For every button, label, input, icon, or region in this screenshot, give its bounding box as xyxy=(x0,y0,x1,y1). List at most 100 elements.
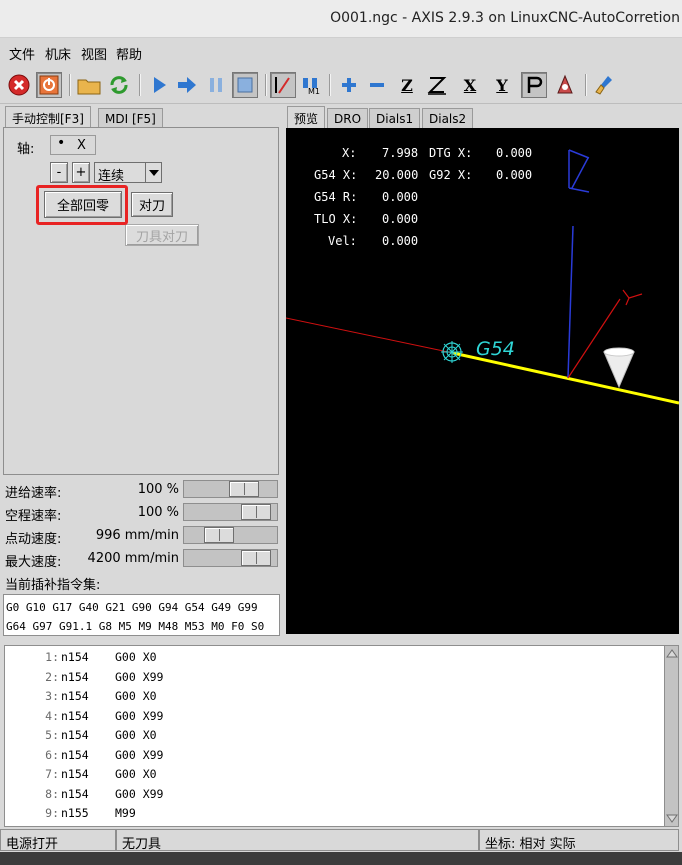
view-perspective-button[interactable] xyxy=(521,72,547,98)
jog-plus-button[interactable]: + xyxy=(72,162,90,183)
active-gcodes-line: G64 G97 G91.1 G8 M5 M9 M48 M53 M0 F0 S0 xyxy=(6,620,265,633)
status-power-text: 电源打开 xyxy=(6,837,59,852)
run-button[interactable] xyxy=(146,72,172,98)
line-number: 5: xyxy=(45,728,59,742)
vertical-scrollbar[interactable] xyxy=(664,646,678,826)
line-code: n155 xyxy=(61,806,89,820)
tab-dials1[interactable]: Dials1 xyxy=(369,108,421,130)
toolbar-separator xyxy=(585,74,587,96)
svg-text:M1: M1 xyxy=(308,87,320,95)
dro-row1-label: X: xyxy=(342,146,357,160)
zoom-out-button[interactable] xyxy=(364,72,390,98)
clear-plot-button[interactable] xyxy=(592,72,618,98)
scroll-up-icon[interactable] xyxy=(666,648,678,658)
slider-thumb[interactable] xyxy=(229,481,259,497)
feed-override-row: 进给速率: 100 % xyxy=(0,478,283,501)
menu-view[interactable]: 视图 xyxy=(81,44,107,63)
dropdown-arrow-icon xyxy=(145,163,161,182)
toolbar-separator xyxy=(69,74,71,96)
dro-row1-dtg-label: DTG X: xyxy=(429,146,473,160)
menu-machine[interactable]: 机床 xyxy=(45,44,71,63)
pause-button[interactable] xyxy=(203,72,229,98)
touch-off-button[interactable]: 对刀 xyxy=(131,192,173,217)
jog-minus-button[interactable]: - xyxy=(50,162,68,183)
view-z-button[interactable]: Z xyxy=(394,72,420,98)
step-button[interactable] xyxy=(174,72,200,98)
highlight-box xyxy=(36,185,128,225)
view-y-button[interactable]: Y xyxy=(489,72,515,98)
preview-canvas[interactable]: G54 X: 7.998 DTG X: 0.000 G54 X: 20.000 … xyxy=(286,128,679,634)
program-text[interactable]: 1: n154 G00 X0 2: n154 G00 X99 3: n154 G00 X0 4: n… xyxy=(4,645,679,827)
rapid-override-value: 100 % xyxy=(137,505,179,520)
dro-row5-label: Vel: xyxy=(328,234,357,248)
view-x-button[interactable]: X xyxy=(457,72,483,98)
max-velocity-row: 最大速度: 4200 mm/min xyxy=(0,547,283,570)
view-y-label: Y xyxy=(496,75,508,95)
tab-dro-label: DRO xyxy=(334,112,362,126)
tab-preview-label: 预览 xyxy=(294,112,319,126)
rotate-view-icon xyxy=(557,74,573,94)
jog-speed-label: 点动速度: xyxy=(5,532,62,547)
optional-stop-button[interactable]: M1 xyxy=(298,72,324,98)
line-number: 9: xyxy=(45,806,59,820)
tab-dro[interactable]: DRO xyxy=(327,108,369,130)
tool-touch-off-button[interactable]: 刀具对刀 xyxy=(125,224,199,246)
line-number: 6: xyxy=(45,747,59,762)
line-number: 3: xyxy=(45,689,59,703)
reload-button[interactable] xyxy=(106,72,132,98)
jog-minus-label: - xyxy=(56,165,62,180)
open-file-button[interactable] xyxy=(76,72,102,98)
perspective-icon xyxy=(527,76,543,93)
zoom-in-button[interactable] xyxy=(336,72,362,98)
minus-icon xyxy=(370,83,384,87)
axis-label: 轴: xyxy=(17,142,35,157)
machine-power-button[interactable] xyxy=(36,72,62,98)
active-gcodes-line: G0 G10 G17 G40 G21 G90 G94 G54 G49 G99 xyxy=(6,601,258,614)
line-command: G00 X99 xyxy=(115,708,164,723)
tab-dials1-label: Dials1 xyxy=(376,112,414,126)
max-velocity-slider[interactable] xyxy=(183,549,278,567)
estop-button[interactable] xyxy=(6,72,32,98)
line-number: 1: xyxy=(45,650,59,664)
tool-cone xyxy=(603,347,635,389)
tab-dials2[interactable]: Dials2 xyxy=(422,108,474,130)
slider-thumb[interactable] xyxy=(241,550,271,566)
slider-thumb[interactable] xyxy=(241,504,271,520)
pause-icon xyxy=(210,78,222,92)
block-delete-button[interactable] xyxy=(270,72,296,98)
jog-mode-value: 连续 xyxy=(98,169,125,184)
menu-help[interactable]: 帮助 xyxy=(116,44,142,63)
dro-row1-value: 7.998 xyxy=(382,146,419,160)
jog-speed-slider[interactable] xyxy=(183,526,278,544)
line-code: n154 xyxy=(61,669,89,684)
view-rotated-icon xyxy=(427,77,447,95)
dro-row2-g92-label: G92 X: xyxy=(429,168,473,182)
rapid-override-row: 空程速率: 100 % xyxy=(0,501,283,524)
stop-button[interactable] xyxy=(232,72,258,98)
z-axis-glyph xyxy=(568,149,590,193)
toolbar-separator xyxy=(265,74,267,96)
menu-file[interactable]: 文件 xyxy=(9,44,35,63)
toolpath-line xyxy=(452,351,679,405)
dro-row2-g92-value: 0.000 xyxy=(496,168,533,182)
axis-radio-x[interactable]: • X xyxy=(50,135,96,155)
tab-preview[interactable]: 预览 xyxy=(287,106,326,130)
scroll-down-icon[interactable] xyxy=(666,814,678,824)
slider-thumb[interactable] xyxy=(204,527,234,543)
rotate-view-button[interactable] xyxy=(552,72,578,98)
status-coords: 坐标: 相对 实际 xyxy=(479,829,679,852)
toolbar: M1 Z X Y xyxy=(0,66,682,104)
tab-mdi-label: MDI [F5] xyxy=(105,112,156,126)
feed-override-slider[interactable] xyxy=(183,480,278,498)
view-z-rotated-button[interactable] xyxy=(424,72,450,98)
line-command: G00 X99 xyxy=(115,786,164,801)
line-command: G00 X0 xyxy=(115,689,157,703)
toolbar-separator xyxy=(139,74,141,96)
jog-speed-value: 996 mm/min xyxy=(95,528,179,543)
tab-manual-label: 手动控制[F3] xyxy=(12,112,84,126)
status-power: 电源打开 xyxy=(0,829,116,852)
window-title: O001.ngc - AXIS 2.9.3 on LinuxCNC-AutoCo… xyxy=(330,10,680,26)
jog-increment-select[interactable]: 连续 xyxy=(94,162,162,184)
rapid-override-slider[interactable] xyxy=(183,503,278,521)
max-velocity-value: 4200 mm/min xyxy=(87,551,179,566)
